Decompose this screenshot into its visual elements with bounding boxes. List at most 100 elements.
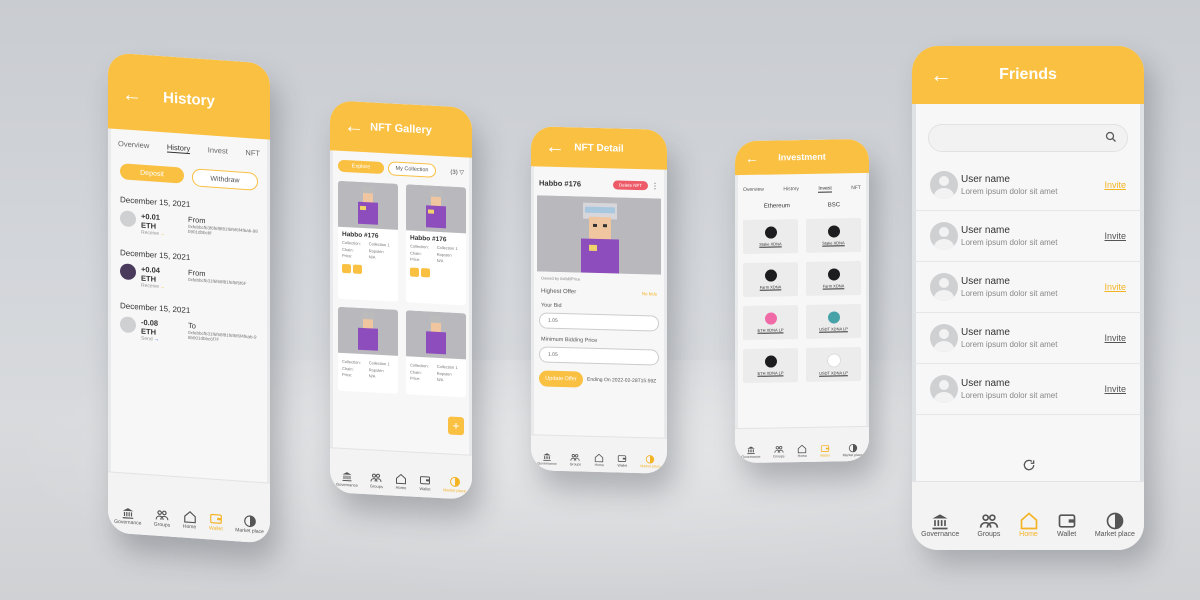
sell-button[interactable] <box>421 267 430 278</box>
tx-row[interactable]: +0.04 ETH Receive ← From 0xfebbcfb31f6f6… <box>108 262 270 297</box>
eth-xdna-lp[interactable]: ETH XDNA LP <box>743 348 798 384</box>
tab-marketplace[interactable]: Market place <box>443 475 466 493</box>
add-nft-button[interactable]: + <box>448 416 464 436</box>
marketplace-icon <box>646 455 655 464</box>
tab-wallet[interactable]: Wallet <box>617 453 627 468</box>
nft-card[interactable]: Collection: Chain: Price: Collection 1 Rops… <box>406 310 466 398</box>
tab-history[interactable]: History <box>166 142 191 155</box>
search-icon[interactable] <box>1105 131 1117 143</box>
farm-xdna-eth[interactable]: Farm XDNA <box>743 262 798 298</box>
filter-icon[interactable]: ▽ <box>459 170 464 176</box>
tab-marketplace[interactable]: Market place <box>640 454 660 469</box>
tab-label: Home <box>182 523 197 531</box>
tab-groups[interactable]: Groups <box>977 511 1000 538</box>
my-collection-tab[interactable]: My Collection <box>388 161 436 178</box>
friend-row[interactable]: User name Lorem ipsum dolor sit amet Invi… <box>914 211 1142 262</box>
tab-groups[interactable]: Groups <box>154 508 170 529</box>
tab-groups[interactable]: Groups <box>570 452 581 467</box>
tab-home[interactable]: Home <box>395 473 407 491</box>
highest-offer-label: Highest Offer <box>541 288 577 296</box>
meta-value: N/A <box>368 373 376 379</box>
nft-detail-screen: ← NFT Detail Habbo #176 Delete NFT ⋮ Own… <box>531 126 667 474</box>
friend-row[interactable]: User name Lorem ipsum dolor sit amet Invi… <box>914 313 1142 364</box>
usdt-xdna-lp[interactable]: USDT XDNA LP <box>806 303 861 339</box>
edit-button[interactable] <box>342 263 351 273</box>
invite-link[interactable]: Invite <box>1104 231 1126 241</box>
refresh-icon[interactable] <box>1022 458 1036 472</box>
gallery-header: ← NFT Gallery <box>330 100 472 158</box>
back-arrow-icon[interactable]: ← <box>122 83 142 106</box>
tab-invest[interactable]: Invest <box>208 145 228 156</box>
tab-home[interactable]: Home <box>1019 511 1039 538</box>
governance-icon <box>342 472 352 482</box>
tab-groups[interactable]: Groups <box>773 444 785 459</box>
tab-nft[interactable]: NFT <box>245 148 260 159</box>
tab-home[interactable]: Home <box>797 444 807 458</box>
invite-link[interactable]: Invite <box>1104 333 1126 343</box>
tab-label: Groups <box>977 531 1001 538</box>
nft-card[interactable]: Collection: Chain: Price: Collection 1 Rops… <box>338 306 398 394</box>
invite-link[interactable]: Invite <box>1104 180 1126 190</box>
usdt-xdna-lp[interactable]: USDT XDNA LP <box>806 346 861 382</box>
tab-home[interactable]: Home <box>183 510 197 531</box>
tab-wallet[interactable]: Wallet <box>820 444 830 458</box>
delete-nft-button[interactable]: Delete NFT <box>612 180 648 191</box>
home-icon <box>798 444 807 454</box>
tx-row[interactable]: +0.01 ETH Receive ← From 0xfebbcfb3f6f6f… <box>108 209 270 244</box>
stake-xdna-eth[interactable]: Stake XDNA <box>743 219 798 255</box>
friend-row[interactable]: User name Lorem ipsum dolor sit amet Invi… <box>914 160 1142 211</box>
sell-button[interactable] <box>353 263 362 274</box>
tab-governance[interactable]: Governance <box>538 451 557 466</box>
edit-button[interactable] <box>410 266 419 277</box>
invite-link[interactable]: Invite <box>1104 282 1126 292</box>
back-arrow-icon[interactable]: ← <box>745 150 759 166</box>
update-offer-button[interactable]: Update Offer <box>539 370 583 388</box>
back-arrow-icon[interactable]: ← <box>344 115 364 138</box>
tab-marketplace[interactable]: Market place <box>235 513 264 535</box>
xdna-token-icon <box>764 269 777 282</box>
tab-overview[interactable]: Overview <box>743 187 764 194</box>
tab-history[interactable]: History <box>783 186 799 193</box>
nft-card[interactable]: Habbo #176 Collection: Chain: Price: Colle… <box>338 180 398 302</box>
tab-governance[interactable]: Governance <box>114 505 141 527</box>
tab-governance[interactable]: Governance <box>921 511 959 538</box>
deposit-button[interactable]: Deposit <box>120 163 184 184</box>
more-options-icon[interactable]: ⋮ <box>651 181 659 190</box>
friend-row[interactable]: User name Lorem ipsum dolor sit amet Invi… <box>914 262 1142 313</box>
tab-marketplace[interactable]: Market place <box>1095 511 1135 538</box>
habbo-avatar-icon <box>358 311 378 351</box>
withdraw-button[interactable]: Withdraw <box>192 168 258 191</box>
search-input[interactable] <box>929 125 1112 153</box>
tab-governance[interactable]: Governance <box>741 445 760 459</box>
tab-groups[interactable]: Groups <box>370 471 383 489</box>
tab-wallet[interactable]: Wallet <box>1057 511 1077 538</box>
back-arrow-icon[interactable]: ← <box>930 64 952 86</box>
tab-overview[interactable]: Overview <box>118 139 149 151</box>
bsc-column-title: BSC <box>827 202 841 209</box>
friend-row[interactable]: User name Lorem ipsum dolor sit amet Invi… <box>914 364 1142 415</box>
tab-governance[interactable]: Governance <box>336 470 358 488</box>
explore-tab[interactable]: Explore <box>338 159 384 175</box>
tab-nft[interactable]: NFT <box>851 185 861 192</box>
tab-home[interactable]: Home <box>594 453 604 467</box>
detail-header: ← NFT Detail <box>531 126 667 170</box>
marketplace-icon <box>243 515 256 528</box>
tab-wallet[interactable]: Wallet <box>419 474 431 492</box>
tx-row[interactable]: -0.08 ETH Send → To 0xfebbcfb31f6f68f81f… <box>108 315 270 350</box>
farm-xdna-bsc[interactable]: Farm XDNA <box>806 260 861 296</box>
stake-xdna-bsc[interactable]: Stake XDNA <box>806 217 861 253</box>
tab-wallet[interactable]: Wallet <box>209 511 223 532</box>
friends-list: User name Lorem ipsum dolor sit amet Invi… <box>912 160 1144 415</box>
invite-link[interactable]: Invite <box>1104 384 1126 394</box>
marketplace-icon <box>848 443 857 453</box>
tx-amount: +0.01 ETH <box>141 211 160 231</box>
nft-card[interactable]: Habbo #176 Collection: Chain: Price: Colle… <box>406 184 466 306</box>
tab-invest[interactable]: Invest <box>818 185 832 193</box>
your-bid-input[interactable]: 1.05 <box>539 312 659 332</box>
friend-subtitle: Lorem ipsum dolor sit amet <box>961 391 1058 400</box>
back-arrow-icon[interactable]: ← <box>545 136 565 159</box>
nft-image <box>406 184 466 234</box>
tab-marketplace[interactable]: Market place <box>843 443 863 457</box>
min-price-input[interactable]: 1.05 <box>539 346 659 366</box>
eth-xdna-lp[interactable]: ETH XDNA LP <box>743 305 798 341</box>
